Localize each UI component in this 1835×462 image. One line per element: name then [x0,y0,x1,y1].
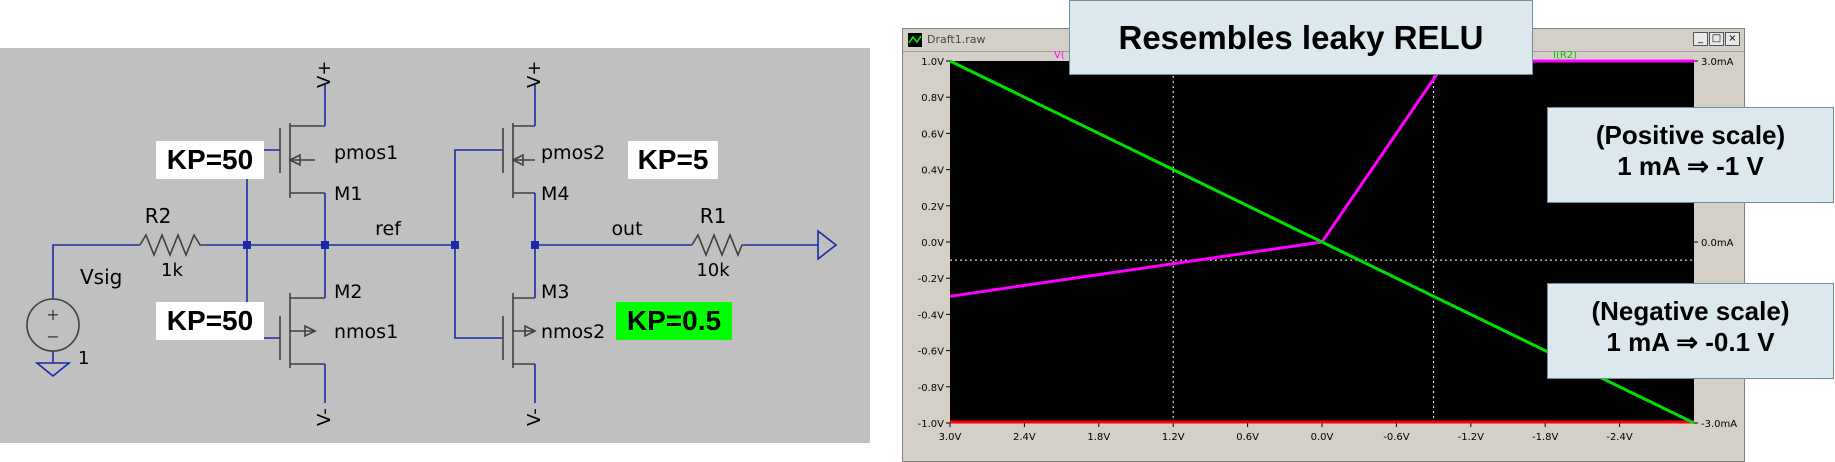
net-out-label: out [611,218,642,240]
vsig-label: Vsig [80,265,122,289]
junction-3 [451,241,459,249]
callout-negative-line1: (Negative scale) [1591,296,1790,326]
left-tick-label: -0.2V [918,274,945,285]
junction-4 [531,241,539,249]
maximize-button[interactable]: □ [1709,32,1724,46]
x-tick-label: -1.8V [1532,432,1559,443]
junction-2 [321,241,329,249]
x-tick-label: 1.2V [1162,432,1185,443]
m1-name: M1 [334,183,362,205]
left-tick-label: 0.0V [921,238,944,249]
left-tick-label: -0.6V [918,347,945,358]
close-button[interactable]: × [1725,32,1740,46]
resistor-r2-icon [139,232,205,258]
vsig-value: 1 [78,348,89,369]
rail-vplus-2: V+ [524,61,545,88]
right-tick-label: 0.0mA [1701,238,1734,249]
waveform-app-icon [908,33,922,47]
right-tick-label: 3.0mA [1701,57,1734,68]
callout-positive-scale: (Positive scale) 1 mA ⇒ -1 V [1547,107,1834,203]
x-tick-label: 3.0V [939,432,962,443]
left-tick-label: 0.2V [921,202,944,213]
rail-vminus-2: V- [524,408,545,426]
transistor-m3-icon [502,293,537,368]
junction-1 [243,241,251,249]
left-tick-label: 0.4V [921,166,944,177]
wires [52,85,818,403]
callout-negative-line2: 1 mA ⇒ -0.1 V [1606,327,1775,357]
r2-name: R2 [145,204,172,228]
callout-positive-line1: (Positive scale) [1595,120,1786,150]
x-tick-label: 0.0V [1311,432,1334,443]
left-tick-label: 1.0V [921,57,944,68]
right-tick-label: -3.0mA [1701,419,1737,430]
left-tick-label: 0.6V [921,129,944,140]
transistor-m1-icon [279,123,325,198]
x-tick-label: 1.8V [1087,432,1110,443]
x-tick-label: -2.4V [1606,432,1633,443]
r1-name: R1 [700,204,727,228]
minimize-button[interactable]: _ [1693,32,1708,46]
left-tick-label: 0.8V [921,93,944,104]
kp-pmos1-label: KP=50 [167,144,253,175]
m4-name: M4 [541,183,569,205]
svg-text:+: + [46,305,59,324]
vsig-source: + − [26,298,80,378]
callout-positive-line2: 1 mA ⇒ -1 V [1617,151,1764,181]
schematic-canvas: + − Vsig 1 R2 1k R1 10k V+ V+ V- V- pmos… [26,61,838,426]
ground-icon [34,362,72,378]
left-tick-label: -0.8V [918,383,945,394]
r2-value: 1k [161,260,183,281]
kp-pmos2-label: KP=5 [638,144,709,175]
callout-title: Resembles leaky RELU [1069,0,1533,75]
r1-value: 10k [696,260,730,281]
m2-model: nmos1 [334,321,398,343]
m3-model: nmos2 [541,321,605,343]
waveform-window: Draft1.raw _ □ × V( I(R2) 1.0V 0.8V 0.6V 0.… [902,28,1745,462]
m1-model: pmos1 [334,142,398,164]
wire-gate-bus-2 [454,149,503,339]
rail-vminus-1: V- [314,408,335,426]
net-ref-label: ref [375,218,402,240]
svg-text:−: − [46,327,59,346]
left-tick-label: -0.4V [918,310,945,321]
m3-name: M3 [541,281,569,303]
x-tick-label: 2.4V [1013,432,1036,443]
transistor-m4-icon [502,123,535,198]
rail-vplus-1: V+ [314,61,335,88]
window-title: Draft1.raw [927,33,986,46]
x-tick-label: -1.2V [1458,432,1485,443]
resistor-r1-icon [691,232,745,258]
output-arrow-icon [817,229,838,261]
m4-model: pmos2 [541,142,605,164]
x-tick-label: -0.6V [1383,432,1410,443]
kp-nmos2-label: KP=0.5 [627,305,721,336]
left-tick-label: -1.0V [918,419,945,430]
x-tick-label: 0.6V [1236,432,1259,443]
kp-nmos1-label: KP=50 [167,305,253,336]
callout-negative-scale: (Negative scale) 1 mA ⇒ -0.1 V [1547,283,1834,379]
transistor-m2-icon [279,293,325,368]
m2-name: M2 [334,281,362,303]
schematic-panel: + − Vsig 1 R2 1k R1 10k V+ V+ V- V- pmos… [0,48,870,443]
trace-label-voltage[interactable]: V( [1054,51,1065,61]
